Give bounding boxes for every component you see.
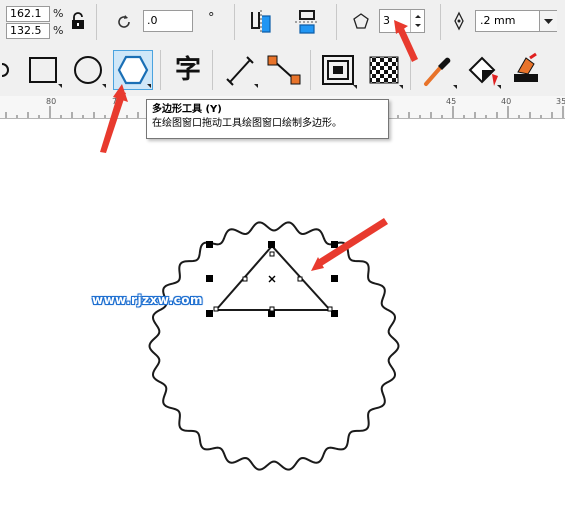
sides-spinner[interactable] (410, 10, 425, 32)
pen-outline-icon (452, 11, 466, 31)
tooltip-title: 多边形工具 (Y) (152, 104, 222, 115)
divider (336, 4, 337, 40)
rectangle-tool[interactable] (24, 50, 64, 90)
divider (212, 50, 213, 90)
wavy-circle-shape[interactable] (148, 221, 400, 471)
toolbox: 字 (0, 44, 565, 97)
smart-fill-tool[interactable] (506, 50, 546, 90)
lock-ratio-icon[interactable] (71, 12, 85, 30)
pentagon-sides-icon (352, 12, 370, 30)
chevron-down-icon[interactable] (539, 11, 557, 31)
property-bar: 162.1 132.5 % % .0 ° 3 .2 mm (0, 0, 565, 45)
divider (440, 4, 441, 40)
dimension-tool[interactable] (220, 50, 260, 90)
canvas-drawing (148, 221, 400, 471)
mirror-horizontal-button[interactable] (246, 8, 276, 36)
contour-tool[interactable] (318, 50, 358, 90)
tooltip-description: 在绘图窗口拖动工具绘图窗口绘制多边形。 (152, 118, 342, 129)
ruler-label: 45 (446, 97, 457, 106)
object-width-field[interactable]: 162.1 (6, 6, 50, 22)
drawing-canvas[interactable] (0, 119, 565, 516)
rotate-icon (114, 12, 134, 32)
site-watermark: www.rjzxw.com (92, 293, 204, 307)
ruler-label: 75 (112, 97, 123, 106)
object-height-field[interactable]: 132.5 (6, 23, 50, 39)
ruler-label: 80 (46, 97, 57, 106)
interactive-fill-tool[interactable] (462, 50, 502, 90)
outline-width-value: .2 mm (480, 14, 516, 27)
text-tool[interactable]: 字 (168, 50, 208, 90)
divider (410, 50, 411, 90)
divider (234, 4, 235, 40)
polygon-tool-tooltip: 多边形工具 (Y) 在绘图窗口拖动工具绘图窗口绘制多边形。 (146, 99, 389, 139)
polygon-sides-value: 3 (383, 14, 390, 27)
scale-unit-bottom: % (53, 24, 64, 37)
divider (310, 50, 311, 90)
polygon-tool[interactable] (113, 50, 153, 90)
ruler-label: 40 (501, 97, 512, 106)
node-markers (213, 251, 333, 312)
divider (96, 4, 97, 40)
degree-label: ° (208, 11, 215, 26)
text-tool-glyph: 字 (174, 55, 201, 85)
mirror-vertical-button[interactable] (292, 8, 322, 36)
divider (160, 50, 161, 90)
center-mark (268, 275, 276, 283)
rotation-angle-field[interactable]: .0 (143, 10, 193, 32)
scale-unit-top: % (53, 7, 64, 20)
eyedropper-tool[interactable] (418, 50, 458, 90)
ellipse-tool[interactable] (68, 50, 108, 90)
transparency-tool[interactable] (364, 50, 404, 90)
ruler-label: 35 (556, 97, 565, 106)
connector-tool[interactable] (264, 50, 304, 90)
spiral-tool[interactable] (0, 50, 16, 90)
